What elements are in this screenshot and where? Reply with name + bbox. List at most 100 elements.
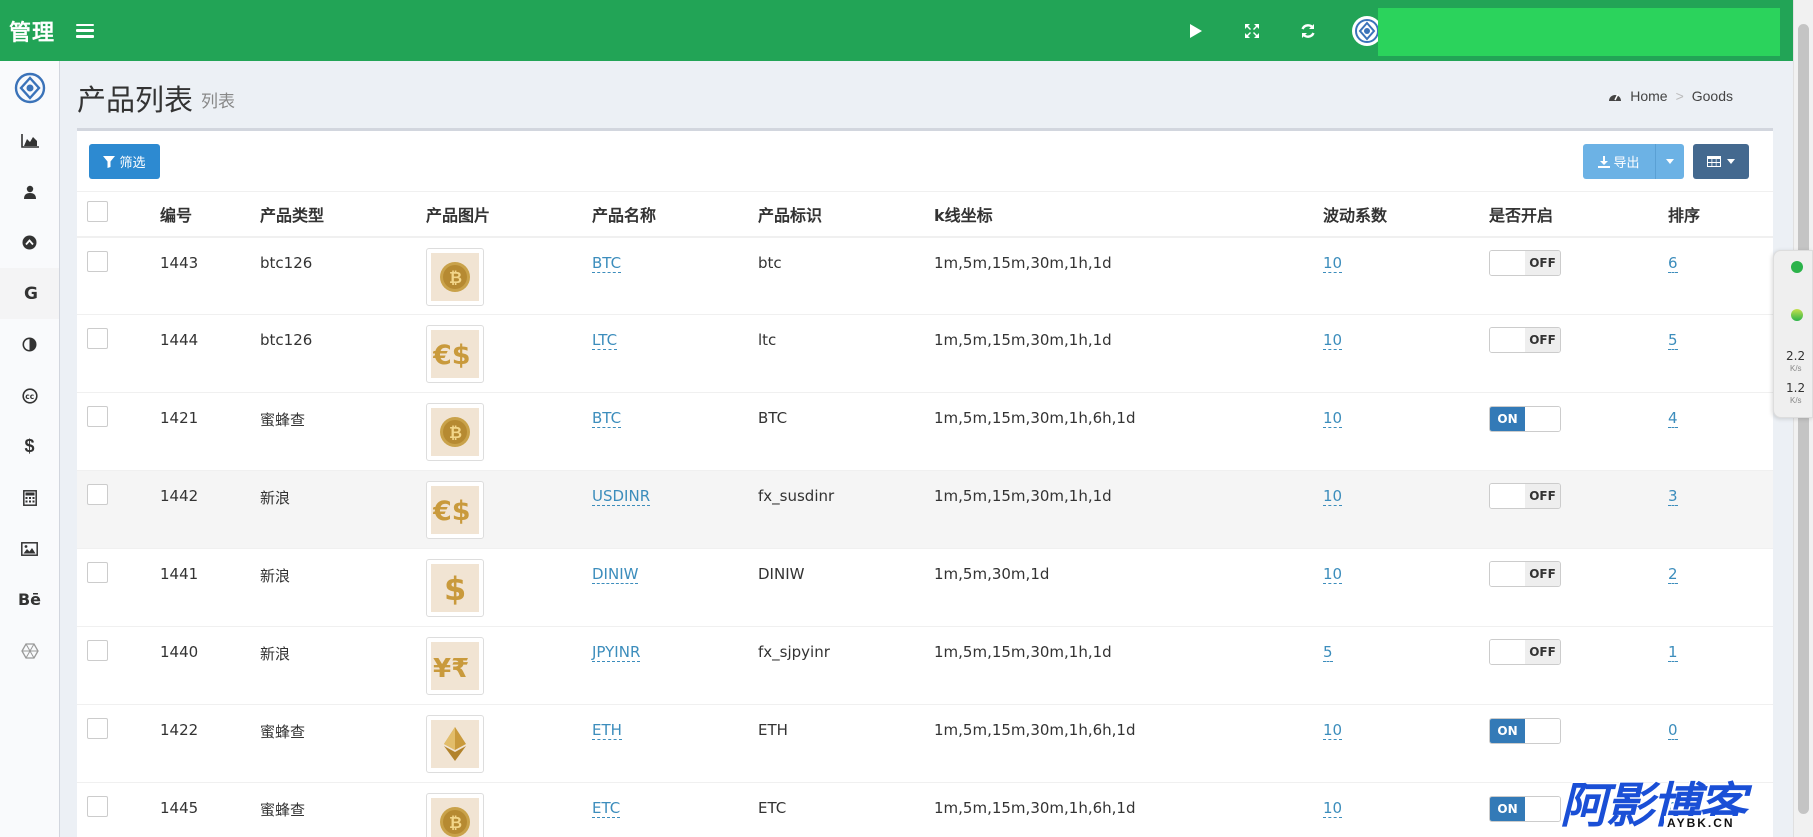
page-scrollbar[interactable] bbox=[1793, 0, 1813, 837]
row-checkbox[interactable] bbox=[87, 250, 108, 272]
table-header-row: 编号 产品类型 产品图片 产品名称 产品标识 k线坐标 波动系数 是否开启 排序 bbox=[77, 191, 1773, 238]
ethereum-icon bbox=[431, 720, 479, 768]
columns-dropdown-button[interactable] bbox=[1693, 144, 1749, 179]
product-thumbnail[interactable]: ¥₹ bbox=[426, 637, 484, 695]
editable-name[interactable]: BTC bbox=[592, 253, 622, 273]
editable-sort[interactable]: 2 bbox=[1668, 565, 1678, 584]
row-checkbox[interactable] bbox=[87, 328, 108, 349]
product-thumbnail[interactable] bbox=[426, 715, 484, 773]
export-dropdown-toggle[interactable] bbox=[1655, 144, 1684, 179]
product-thumbnail[interactable]: ₿ bbox=[426, 403, 484, 461]
editable-name[interactable]: ETH bbox=[592, 721, 622, 740]
editable-volatility[interactable]: 10 bbox=[1323, 487, 1343, 506]
select-all-checkbox[interactable] bbox=[87, 201, 108, 223]
editable-sort[interactable]: 6 bbox=[1668, 253, 1678, 273]
editable-volatility[interactable]: 10 bbox=[1323, 565, 1343, 584]
arrow-circle-up-icon[interactable] bbox=[0, 217, 59, 268]
table-row[interactable]: 1445 蜜蜂查 ₿ ETC ETC 1m,5m,15m,30m,1h,6h,1d 10 ON… bbox=[77, 782, 1773, 837]
editable-name[interactable]: DINIW bbox=[592, 565, 639, 584]
enabled-toggle[interactable]: OFF bbox=[1489, 483, 1561, 509]
network-speed-widget[interactable]: 2.2 K/s 1.2 K/s bbox=[1773, 250, 1813, 418]
google-icon[interactable]: G bbox=[0, 268, 59, 319]
editable-sort[interactable]: 4 bbox=[1668, 409, 1678, 428]
row-checkbox[interactable] bbox=[87, 640, 108, 661]
table-row[interactable]: 1442 新浪 €$ USDINR fx_susdinr 1m,5m,15m,30m,1h… bbox=[77, 470, 1773, 549]
cell-id: 1421 bbox=[160, 392, 260, 471]
row-checkbox[interactable] bbox=[87, 718, 108, 739]
image-icon[interactable] bbox=[0, 523, 59, 574]
enabled-toggle[interactable]: ON bbox=[1489, 406, 1561, 432]
enabled-toggle[interactable]: ON bbox=[1489, 718, 1561, 744]
export-button-label: 导出 bbox=[1613, 156, 1640, 171]
product-thumbnail[interactable]: €$ bbox=[426, 481, 484, 539]
editable-sort[interactable]: 5 bbox=[1668, 331, 1678, 350]
product-thumbnail[interactable]: €$ bbox=[426, 325, 484, 383]
play-icon[interactable] bbox=[1168, 0, 1224, 61]
product-thumbnail[interactable]: ₿ bbox=[426, 793, 484, 837]
enabled-toggle[interactable]: OFF bbox=[1489, 249, 1561, 276]
editable-name[interactable]: BTC bbox=[592, 409, 622, 428]
fullscreen-icon[interactable] bbox=[1224, 0, 1280, 61]
sidebar-logo-icon[interactable] bbox=[0, 61, 59, 115]
table-row[interactable]: 1441 新浪 $ DINIW DINIW 1m,5m,30m,1d 10 OFF 2 bbox=[77, 548, 1773, 627]
enabled-toggle[interactable]: ON bbox=[1489, 796, 1561, 822]
column-header-volatility[interactable]: 波动系数 bbox=[1323, 191, 1489, 238]
cell-symbol: DINIW bbox=[758, 548, 934, 627]
scrollbar-thumb[interactable] bbox=[1798, 24, 1809, 814]
product-thumbnail[interactable]: ₿ bbox=[426, 247, 484, 306]
behance-icon[interactable]: Bē bbox=[0, 574, 59, 625]
table-icon bbox=[1707, 156, 1721, 167]
row-select-cell bbox=[77, 782, 160, 837]
creative-commons-icon[interactable]: cc bbox=[0, 370, 59, 421]
brand-logo[interactable]: 管理 bbox=[0, 15, 60, 47]
table-row[interactable]: 1444 btc126 €$ LTC ltc 1m,5m,15m,30m,1h,1d 10 O… bbox=[77, 314, 1773, 393]
refresh-icon[interactable] bbox=[1280, 0, 1336, 61]
editable-name[interactable]: ETC bbox=[592, 799, 621, 818]
row-checkbox[interactable] bbox=[87, 562, 108, 583]
user-info-block[interactable] bbox=[1378, 8, 1780, 56]
row-checkbox[interactable] bbox=[87, 796, 108, 817]
dollar-icon[interactable]: $ bbox=[0, 421, 59, 472]
editable-sort[interactable]: 3 bbox=[1668, 487, 1678, 506]
filter-icon bbox=[103, 155, 116, 168]
editable-name[interactable]: USDINR bbox=[592, 487, 651, 506]
column-header-sort[interactable]: 排序 bbox=[1668, 191, 1773, 238]
table-row[interactable]: 1440 新浪 ¥₹ JPYINR fx_sjpyinr 1m,5m,15m,30m,1h… bbox=[77, 626, 1773, 705]
editable-name[interactable]: LTC bbox=[592, 331, 618, 350]
column-header-type[interactable]: 产品类型 bbox=[260, 191, 426, 238]
enabled-toggle[interactable]: OFF bbox=[1489, 561, 1561, 587]
filter-button[interactable]: 筛选 bbox=[89, 144, 160, 179]
editable-volatility[interactable]: 10 bbox=[1323, 721, 1343, 740]
row-checkbox[interactable] bbox=[87, 406, 108, 427]
sidebar-toggle-icon[interactable] bbox=[76, 23, 94, 38]
export-button[interactable]: 导出 bbox=[1583, 144, 1655, 179]
column-header-symbol[interactable]: 产品标识 bbox=[758, 191, 934, 238]
editable-sort[interactable]: 0 bbox=[1668, 721, 1678, 740]
hexagon-icon[interactable] bbox=[0, 625, 59, 676]
column-header-enabled[interactable]: 是否开启 bbox=[1489, 191, 1668, 238]
bitcoin-icon: ₿ bbox=[431, 252, 479, 301]
column-header-name[interactable]: 产品名称 bbox=[592, 191, 758, 238]
editable-name[interactable]: JPYINR bbox=[592, 643, 641, 662]
table-row[interactable]: 1421 蜜蜂查 ₿ BTC BTC 1m,5m,15m,30m,1h,6h,1d 10 ON… bbox=[77, 392, 1773, 471]
calculator-icon[interactable] bbox=[0, 472, 59, 523]
adjust-icon[interactable] bbox=[0, 319, 59, 370]
editable-volatility[interactable]: 10 bbox=[1323, 799, 1343, 818]
breadcrumb-home[interactable]: Home bbox=[1630, 88, 1667, 104]
editable-volatility[interactable]: 10 bbox=[1323, 253, 1343, 273]
user-icon[interactable] bbox=[0, 166, 59, 217]
area-chart-icon[interactable] bbox=[0, 115, 59, 166]
product-thumbnail[interactable]: $ bbox=[426, 559, 484, 617]
editable-sort[interactable]: 1 bbox=[1668, 643, 1678, 662]
editable-volatility[interactable]: 10 bbox=[1323, 331, 1343, 350]
table-row[interactable]: 1443 btc126 ₿ BTC btc 1m,5m,15m,30m,1h,1d 10 OF… bbox=[77, 236, 1773, 315]
column-header-kline[interactable]: k线坐标 bbox=[934, 191, 1323, 238]
column-header-image[interactable]: 产品图片 bbox=[426, 191, 592, 238]
column-header-id[interactable]: 编号 bbox=[160, 191, 260, 238]
table-row[interactable]: 1422 蜜蜂查 ETH ETH 1m,5m,15m,30m,1h,6h,1d 10 ON 0 bbox=[77, 704, 1773, 783]
editable-volatility[interactable]: 5 bbox=[1323, 643, 1333, 662]
editable-volatility[interactable]: 10 bbox=[1323, 409, 1343, 428]
row-checkbox[interactable] bbox=[87, 484, 108, 505]
enabled-toggle[interactable]: OFF bbox=[1489, 639, 1561, 665]
enabled-toggle[interactable]: OFF bbox=[1489, 327, 1561, 353]
